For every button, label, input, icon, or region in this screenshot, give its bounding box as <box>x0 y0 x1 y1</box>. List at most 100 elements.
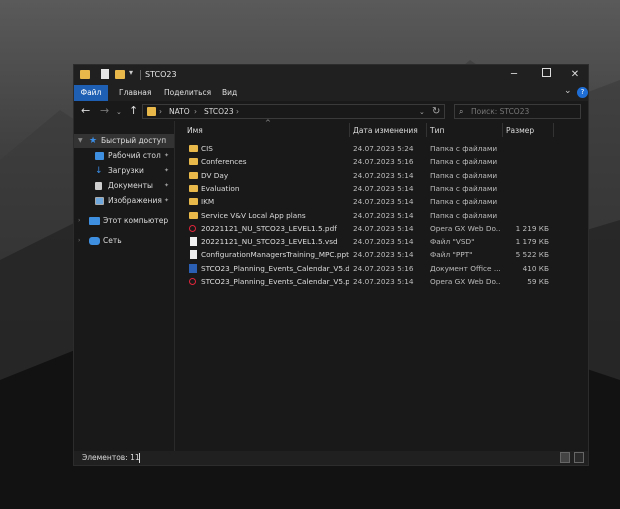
column-divider[interactable] <box>502 123 503 137</box>
file-name: Conferences <box>201 157 247 167</box>
sidebar-item-label: Сеть <box>103 236 122 245</box>
table-row[interactable]: Conferences 24.07.2023 5:16 Папка с файл… <box>175 155 588 168</box>
column-date[interactable]: Дата изменения <box>353 125 418 137</box>
file-type: Opera GX Web Do... <box>430 277 500 286</box>
minimize-button[interactable]: ─ <box>499 65 529 85</box>
pictures-icon <box>95 197 104 205</box>
column-divider[interactable] <box>426 123 427 137</box>
pin-icon[interactable]: ✦ <box>164 194 169 208</box>
folder-icon <box>189 211 198 219</box>
title-bar[interactable]: ▾ STCO23 ─ ✕ <box>74 65 588 85</box>
table-row[interactable]: Service V&V Local App plans 24.07.2023 5… <box>175 209 588 222</box>
sidebar-item-downloads[interactable]: ↓ Загрузки ✦ <box>74 164 174 178</box>
close-button[interactable]: ✕ <box>560 65 590 85</box>
breadcrumb-separator[interactable]: › <box>159 106 162 118</box>
breadcrumb-nato[interactable]: NATO <box>169 106 190 118</box>
folder-icon <box>147 107 156 116</box>
file-name: STCO23_Planning_Events_Calendar_V5.pdf <box>201 277 349 286</box>
tab-file[interactable]: Файл <box>74 85 108 101</box>
folder-icon <box>80 70 90 79</box>
table-row[interactable]: DV Day 24.07.2023 5:14 Папка с файлами <box>175 169 588 182</box>
file-date: 24.07.2023 5:14 <box>353 170 414 180</box>
documents-icon <box>95 182 102 190</box>
breadcrumb-separator[interactable]: › <box>194 106 197 118</box>
navigation-bar: ← → ⌄ ↑ › NATO › STCO23 › ⌄ ↻ ⌕ Поиск: S… <box>74 101 588 121</box>
network-icon <box>89 237 100 245</box>
refresh-icon[interactable]: ↻ <box>432 105 440 118</box>
table-row[interactable]: IKM 24.07.2023 5:14 Папка с файлами <box>175 195 588 208</box>
search-placeholder: Поиск: STCO23 <box>471 107 530 116</box>
back-button[interactable]: ← <box>81 104 90 118</box>
help-icon[interactable]: ? <box>577 87 588 98</box>
search-icon: ⌕ <box>459 107 464 116</box>
table-row[interactable]: 20221121_NU_STCO23_LEVEL1.5.pdf 24.07.20… <box>175 222 588 235</box>
sidebar-item-quick-access[interactable]: ▼ ★ Быстрый доступ <box>74 134 174 148</box>
chevron-down-icon[interactable]: ▼ <box>78 134 83 148</box>
maximize-button[interactable] <box>531 65 561 85</box>
properties-icon[interactable] <box>101 69 109 79</box>
search-input[interactable]: ⌕ Поиск: STCO23 <box>454 104 581 119</box>
opera-pdf-icon <box>189 278 196 285</box>
forward-button[interactable]: → <box>100 104 109 118</box>
column-size[interactable]: Размер <box>506 125 534 137</box>
file-name: ConfigurationManagersTraining_MPC.ppt <box>201 250 349 260</box>
file-size: 59 КБ <box>527 277 549 286</box>
file-type: Opera GX Web Do... <box>430 223 500 233</box>
maximize-icon <box>541 68 551 77</box>
file-name: DV Day <box>201 170 229 180</box>
file-date: 24.07.2023 5:16 <box>353 263 414 273</box>
table-row[interactable]: 20221121_NU_STCO23_LEVEL1.5.vsd 24.07.20… <box>175 235 588 248</box>
address-history-icon[interactable]: ⌄ <box>419 106 425 118</box>
breadcrumb-separator[interactable]: › <box>236 106 239 118</box>
table-row[interactable]: STCO23_Planning_Events_Calendar_V5.pdf 2… <box>175 275 588 288</box>
tab-share[interactable]: Поделиться <box>164 85 211 101</box>
status-divider <box>139 453 140 463</box>
status-bar: Элементов: 11 <box>74 451 588 465</box>
column-type[interactable]: Тип <box>430 125 444 137</box>
sidebar-item-desktop[interactable]: Рабочий стол ✦ <box>74 149 174 163</box>
table-row[interactable]: STCO23_Planning_Events_Calendar_V5.d... … <box>175 262 588 275</box>
file-date: 24.07.2023 5:16 <box>353 157 414 167</box>
recent-locations-button[interactable]: ⌄ <box>116 105 122 119</box>
file-name: 20221121_NU_STCO23_LEVEL1.5.pdf <box>201 223 337 233</box>
up-button[interactable]: ↑ <box>129 104 138 118</box>
sidebar-item-documents[interactable]: Документы ✦ <box>74 179 174 193</box>
sidebar-item-pictures[interactable]: Изображения ✦ <box>74 194 174 208</box>
new-folder-icon[interactable] <box>115 70 125 79</box>
file-date: 24.07.2023 5:14 <box>353 250 414 260</box>
pin-icon[interactable]: ✦ <box>164 179 169 193</box>
column-divider[interactable] <box>349 123 350 137</box>
column-divider[interactable] <box>553 123 554 137</box>
sidebar-item-label: Этот компьютер <box>103 216 169 225</box>
table-row[interactable]: ConfigurationManagersTraining_MPC.ppt 24… <box>175 248 588 261</box>
opera-pdf-icon <box>189 224 196 232</box>
file-type: Папка с файлами <box>430 170 498 180</box>
tab-home[interactable]: Главная <box>119 85 151 101</box>
file-size: 1 179 КБ <box>515 237 549 247</box>
chevron-right-icon[interactable]: › <box>78 214 80 228</box>
pin-icon[interactable]: ✦ <box>164 149 169 163</box>
expand-ribbon-icon[interactable]: ⌄ <box>564 86 572 96</box>
file-type: Папка с файлами <box>430 144 498 153</box>
file-type: Папка с файлами <box>430 210 498 220</box>
address-bar[interactable]: › NATO › STCO23 › ⌄ ↻ <box>142 104 445 119</box>
sidebar-item-network[interactable]: › Сеть <box>74 234 174 248</box>
column-name[interactable]: Имя <box>187 125 203 137</box>
file-list: ^ Имя Дата изменения Тип Размер CIS 24.0… <box>175 119 588 451</box>
sidebar-item-this-pc[interactable]: › Этот компьютер <box>74 214 174 228</box>
pin-icon[interactable]: ✦ <box>164 164 169 178</box>
large-icons-view-button[interactable] <box>574 452 584 463</box>
details-view-button[interactable] <box>560 452 570 463</box>
breadcrumb-stco23[interactable]: STCO23 <box>204 106 234 118</box>
tab-view[interactable]: Вид <box>222 85 237 101</box>
table-row[interactable]: Evaluation 24.07.2023 5:14 Папка с файла… <box>175 182 588 195</box>
file-size: 1 219 КБ <box>515 223 549 233</box>
file-icon <box>190 250 197 260</box>
file-type: Папка с файлами <box>430 157 498 167</box>
table-row[interactable]: CIS 24.07.2023 5:24 Папка с файлами <box>175 142 588 155</box>
chevron-right-icon[interactable]: › <box>78 234 80 248</box>
customize-toolbar-icon[interactable]: ▾ <box>129 68 133 80</box>
star-icon: ★ <box>89 136 98 146</box>
file-date: 24.07.2023 5:14 <box>353 197 414 207</box>
file-name: CIS <box>201 144 213 153</box>
